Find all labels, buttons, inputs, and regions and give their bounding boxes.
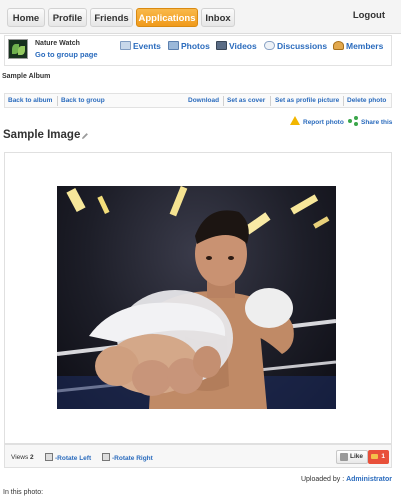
like-count-badge[interactable]: 1 <box>368 450 389 464</box>
tab-profile[interactable]: Profile <box>48 8 87 27</box>
back-to-group-link[interactable]: Back to group <box>61 97 105 104</box>
warning-icon <box>290 116 300 125</box>
main-photo[interactable] <box>57 186 336 409</box>
share-icon <box>348 116 358 126</box>
divider <box>343 96 344 106</box>
group-menu-photos[interactable]: Photos <box>168 41 210 51</box>
comment-bubble-icon <box>371 454 378 459</box>
photo-action-bar: Back to album Back to group Download Set… <box>4 93 392 108</box>
in-this-photo-label: In this photo: <box>3 489 44 496</box>
set-as-profile-picture-link[interactable]: Set as profile picture <box>275 97 339 104</box>
tab-applications[interactable]: Applications <box>136 8 198 27</box>
thumbs-up-icon <box>340 453 348 461</box>
share-this-link[interactable]: Share this <box>348 116 392 126</box>
back-to-album-link[interactable]: Back to album <box>8 97 52 104</box>
album-title: Sample Album <box>2 73 51 80</box>
like-button[interactable]: Like <box>336 450 368 464</box>
set-as-cover-link[interactable]: Set as cover <box>227 97 265 104</box>
tab-friends[interactable]: Friends <box>90 8 133 27</box>
group-menu-members[interactable]: Members <box>333 41 383 51</box>
tab-home[interactable]: Home <box>7 8 45 27</box>
rotate-left-icon <box>45 453 53 461</box>
download-link[interactable]: Download <box>188 97 219 104</box>
uploader-link[interactable]: Administrator <box>346 476 392 483</box>
group-menu-events[interactable]: Events <box>120 41 161 51</box>
top-nav-bar: Home Profile Friends Applications Inbox … <box>0 0 401 34</box>
logout-link[interactable]: Logout <box>353 10 385 21</box>
discussions-icon <box>264 41 275 50</box>
photo-toolbar: Views 2 -Rotate Left -Rotate Right Like … <box>4 444 392 468</box>
videos-icon <box>216 41 227 50</box>
photo-title: Sample Image <box>3 129 81 141</box>
edit-pencil-icon[interactable] <box>81 132 89 140</box>
views-counter: Views 2 <box>11 454 34 461</box>
rotate-right-icon <box>102 453 110 461</box>
delete-photo-link[interactable]: Delete photo <box>347 97 386 104</box>
events-icon <box>120 41 131 50</box>
group-header: Nature Watch Go to group page Events Pho… <box>4 35 392 66</box>
divider <box>270 96 271 106</box>
divider <box>223 96 224 106</box>
members-icon <box>333 41 344 50</box>
divider <box>57 96 58 106</box>
go-to-group-link[interactable]: Go to group page <box>35 50 98 59</box>
tab-inbox[interactable]: Inbox <box>201 8 235 27</box>
report-photo-link[interactable]: Report photo <box>290 116 344 126</box>
boxer-image <box>57 186 336 409</box>
photos-icon <box>168 41 179 50</box>
group-name: Nature Watch <box>35 40 80 47</box>
group-menu-videos[interactable]: Videos <box>216 41 257 51</box>
rotate-left-button[interactable]: -Rotate Left <box>45 453 91 462</box>
uploaded-by: Uploaded by : Administrator <box>300 476 392 483</box>
group-menu-discussions[interactable]: Discussions <box>264 41 327 51</box>
rotate-right-button[interactable]: -Rotate Right <box>102 453 153 462</box>
group-logo[interactable] <box>8 39 28 59</box>
